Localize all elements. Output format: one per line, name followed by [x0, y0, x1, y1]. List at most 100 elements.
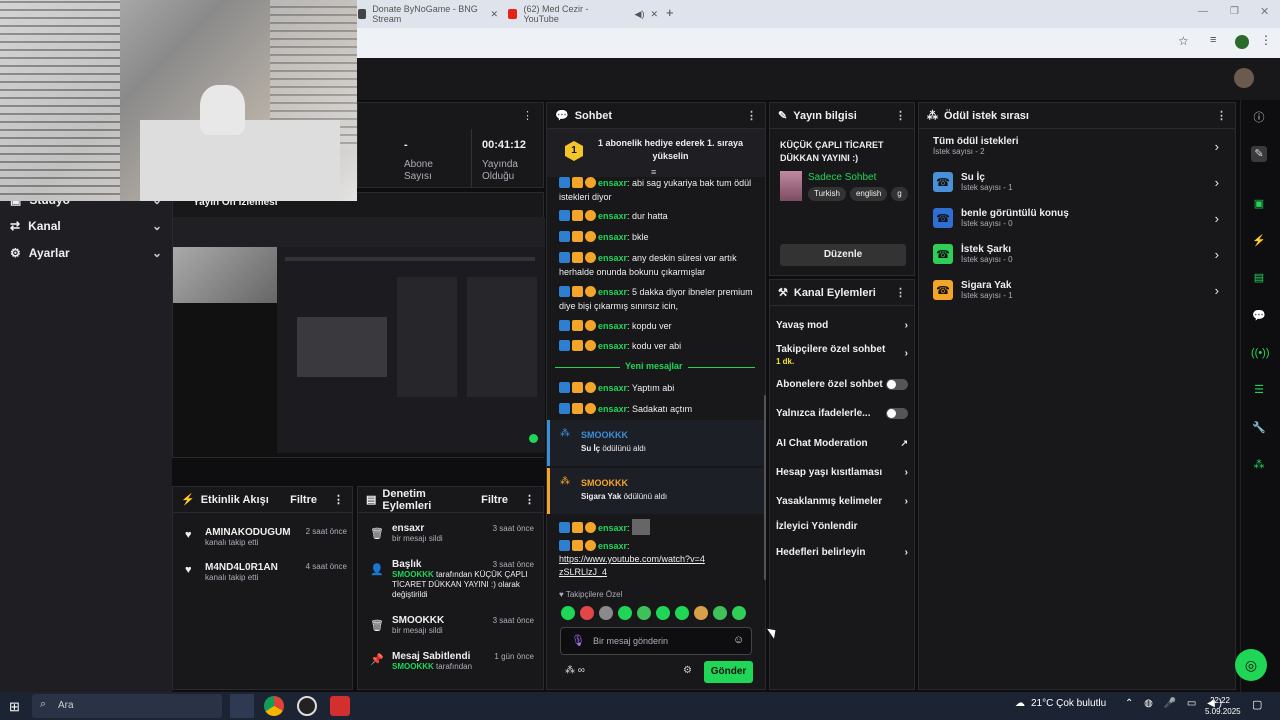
- chat-username[interactable]: ensaxr: [598, 211, 627, 221]
- chat-username[interactable]: ensaxr: [598, 383, 627, 393]
- layout-icon[interactable]: ☰: [1251, 382, 1267, 398]
- more-options-icon[interactable]: ⋮: [333, 493, 344, 506]
- pinned-leaderboard[interactable]: 1 1 abonelik hediye ederek 1. sıraya yük…: [547, 129, 765, 177]
- subscribers-only-item[interactable]: Abonelere özel sohbet: [776, 379, 908, 390]
- ai-moderation-item[interactable]: AI Chat Moderation ↗: [776, 438, 908, 449]
- reward-item[interactable]: ☎ İstek Şarkı İstek sayısı - 0 ›: [933, 244, 1219, 264]
- emote-icon[interactable]: [618, 606, 632, 620]
- tag-chip[interactable]: english: [849, 187, 888, 201]
- chat-username[interactable]: ensaxr: [598, 341, 627, 351]
- browser-tab[interactable]: (62) Med Cezir - YouTube ◀) ✕: [508, 4, 658, 24]
- chat-username[interactable]: ensaxr: [598, 287, 627, 297]
- chat-username[interactable]: ensaxr: [598, 253, 627, 263]
- chat-scrollbar[interactable]: [764, 395, 766, 580]
- filter-button[interactable]: Filtre: [481, 494, 508, 506]
- toggle-switch[interactable]: [886, 408, 908, 419]
- clock[interactable]: 22:22 5.09.2025: [1205, 695, 1241, 717]
- filter-button[interactable]: Filtre: [290, 494, 317, 506]
- user-avatar[interactable]: [1234, 68, 1254, 88]
- emote-icon[interactable]: [561, 606, 575, 620]
- tag-chip[interactable]: Turkish: [808, 187, 846, 201]
- chevron-right-icon: ›: [904, 320, 908, 331]
- window-close-button[interactable]: ✕: [1260, 5, 1269, 18]
- emote-icon[interactable]: [694, 606, 708, 620]
- redemption-user[interactable]: SMOOKKK: [581, 478, 628, 488]
- media-control-icon[interactable]: ≡: [1210, 34, 1216, 46]
- minimize-button[interactable]: —: [1198, 6, 1208, 17]
- document-icon[interactable]: ▤: [1251, 270, 1267, 286]
- channel-points[interactable]: ⁂ ∞: [565, 665, 585, 676]
- chat-bubble-icon[interactable]: 💬: [1251, 308, 1267, 324]
- emote-icon[interactable]: [580, 606, 594, 620]
- emote-icon[interactable]: [713, 606, 727, 620]
- emote-icon[interactable]: [675, 606, 689, 620]
- lightning-icon[interactable]: ⚡: [1251, 233, 1267, 249]
- browser-tab[interactable]: Donate ByNoGame - BNG Stream ✕: [358, 4, 498, 24]
- more-options-icon[interactable]: ⋮: [1216, 109, 1227, 122]
- browser-menu-icon[interactable]: ⋮: [1260, 33, 1272, 47]
- category-link[interactable]: Sadece Sohbet: [808, 172, 876, 183]
- more-options-icon[interactable]: ⋮: [524, 493, 535, 506]
- more-options-icon[interactable]: ⋮: [895, 286, 906, 299]
- chat-username[interactable]: ensaxr: [598, 541, 627, 551]
- microphone-icon[interactable]: 🎙: [571, 634, 585, 647]
- emote-icon[interactable]: [637, 606, 651, 620]
- pencil-icon[interactable]: ✎: [1251, 146, 1267, 162]
- close-icon[interactable]: ✕: [490, 9, 498, 20]
- more-options-icon[interactable]: ⋮: [895, 109, 906, 122]
- reward-item[interactable]: ☎ benle görüntülü konuş İstek sayısı - 0 …: [933, 208, 1219, 228]
- chat-settings-icon[interactable]: ⚙: [683, 665, 692, 676]
- app-icon[interactable]: [330, 696, 350, 716]
- rewards-icon[interactable]: ⁂: [1251, 457, 1267, 473]
- chat-username[interactable]: ensaxr: [598, 178, 627, 188]
- new-tab-button[interactable]: +: [666, 5, 674, 20]
- goals-item[interactable]: Hedefleri belirleyin ›: [776, 547, 908, 558]
- maximize-button[interactable]: ❐: [1230, 6, 1239, 17]
- reward-item[interactable]: ☎ Su İç İstek sayısı - 1 ›: [933, 172, 1219, 192]
- bookmark-star-icon[interactable]: ☆: [1178, 34, 1189, 48]
- chat-username[interactable]: ensaxr: [598, 321, 627, 331]
- chat-username[interactable]: ensaxr: [598, 404, 627, 414]
- profile-avatar[interactable]: [1235, 35, 1249, 49]
- wrench-icon[interactable]: 🔧: [1251, 420, 1267, 436]
- followers-only-item[interactable]: Takipçilere özel sohbet 1 dk. ›: [776, 344, 908, 368]
- tag-chip[interactable]: g: [891, 187, 908, 201]
- info-icon[interactable]: ⓘ: [1251, 110, 1267, 126]
- emoji-icon[interactable]: ☺: [733, 634, 744, 646]
- toggle-switch[interactable]: [886, 379, 908, 390]
- notification-icon[interactable]: ▢: [1252, 698, 1262, 711]
- account-age-item[interactable]: Hesap yaşı kısıtlaması ›: [776, 467, 908, 478]
- stream-preview-video[interactable]: [173, 247, 545, 457]
- sidebar-item-channel[interactable]: ⇄ Kanal ⌄: [10, 219, 162, 233]
- redemption-user[interactable]: SMOOKKK: [581, 430, 628, 440]
- send-button[interactable]: Gönder: [704, 661, 753, 683]
- reward-item[interactable]: ☎ Sigara Yak İstek sayısı - 1 ›: [933, 280, 1219, 300]
- emote-icon[interactable]: [732, 606, 746, 620]
- steam-app-icon[interactable]: [230, 694, 254, 718]
- edit-button[interactable]: Düzenle: [780, 244, 906, 266]
- chat-username[interactable]: ensaxr: [598, 523, 627, 533]
- chat-input[interactable]: 🎙 Bir mesaj gönderin ☺: [560, 627, 752, 655]
- more-options-icon[interactable]: ⋮: [522, 109, 533, 122]
- obs-app-icon[interactable]: [297, 696, 317, 716]
- weather-widget[interactable]: ☁ 21°C Çok bulutlu: [1015, 698, 1106, 709]
- all-rewards-item[interactable]: Tüm ödül istekleri İstek sayısı - 2 ›: [933, 136, 1219, 156]
- chrome-app-icon[interactable]: [264, 696, 284, 716]
- banned-words-item[interactable]: Yasaklanmış kelimeler ›: [776, 496, 908, 507]
- close-icon[interactable]: ✕: [650, 9, 658, 20]
- raid-item[interactable]: İzleyici Yönlendir: [776, 521, 908, 532]
- speaker-icon[interactable]: ◀): [635, 9, 645, 20]
- taskbar-search[interactable]: ⌕ Ara: [32, 694, 222, 718]
- emote-only-item[interactable]: Yalnızca ifadelerle...: [776, 408, 908, 419]
- focus-icon[interactable]: ▣: [1251, 196, 1267, 212]
- windows-start-icon[interactable]: ⊞: [9, 699, 20, 715]
- emote-icon[interactable]: [599, 606, 613, 620]
- broadcast-icon[interactable]: ((•)): [1251, 345, 1270, 361]
- more-options-icon[interactable]: ⋮: [746, 109, 757, 122]
- chat-link[interactable]: https://www.youtube.com/watch?v=4zSLRLlz…: [559, 553, 709, 579]
- slow-mode-item[interactable]: Yavaş mod ›: [776, 320, 908, 331]
- support-chat-button[interactable]: ◎: [1235, 649, 1267, 681]
- chat-username[interactable]: ensaxr: [598, 232, 627, 242]
- sidebar-item-settings[interactable]: ⚙ Ayarlar ⌄: [10, 246, 162, 260]
- emote-icon[interactable]: [656, 606, 670, 620]
